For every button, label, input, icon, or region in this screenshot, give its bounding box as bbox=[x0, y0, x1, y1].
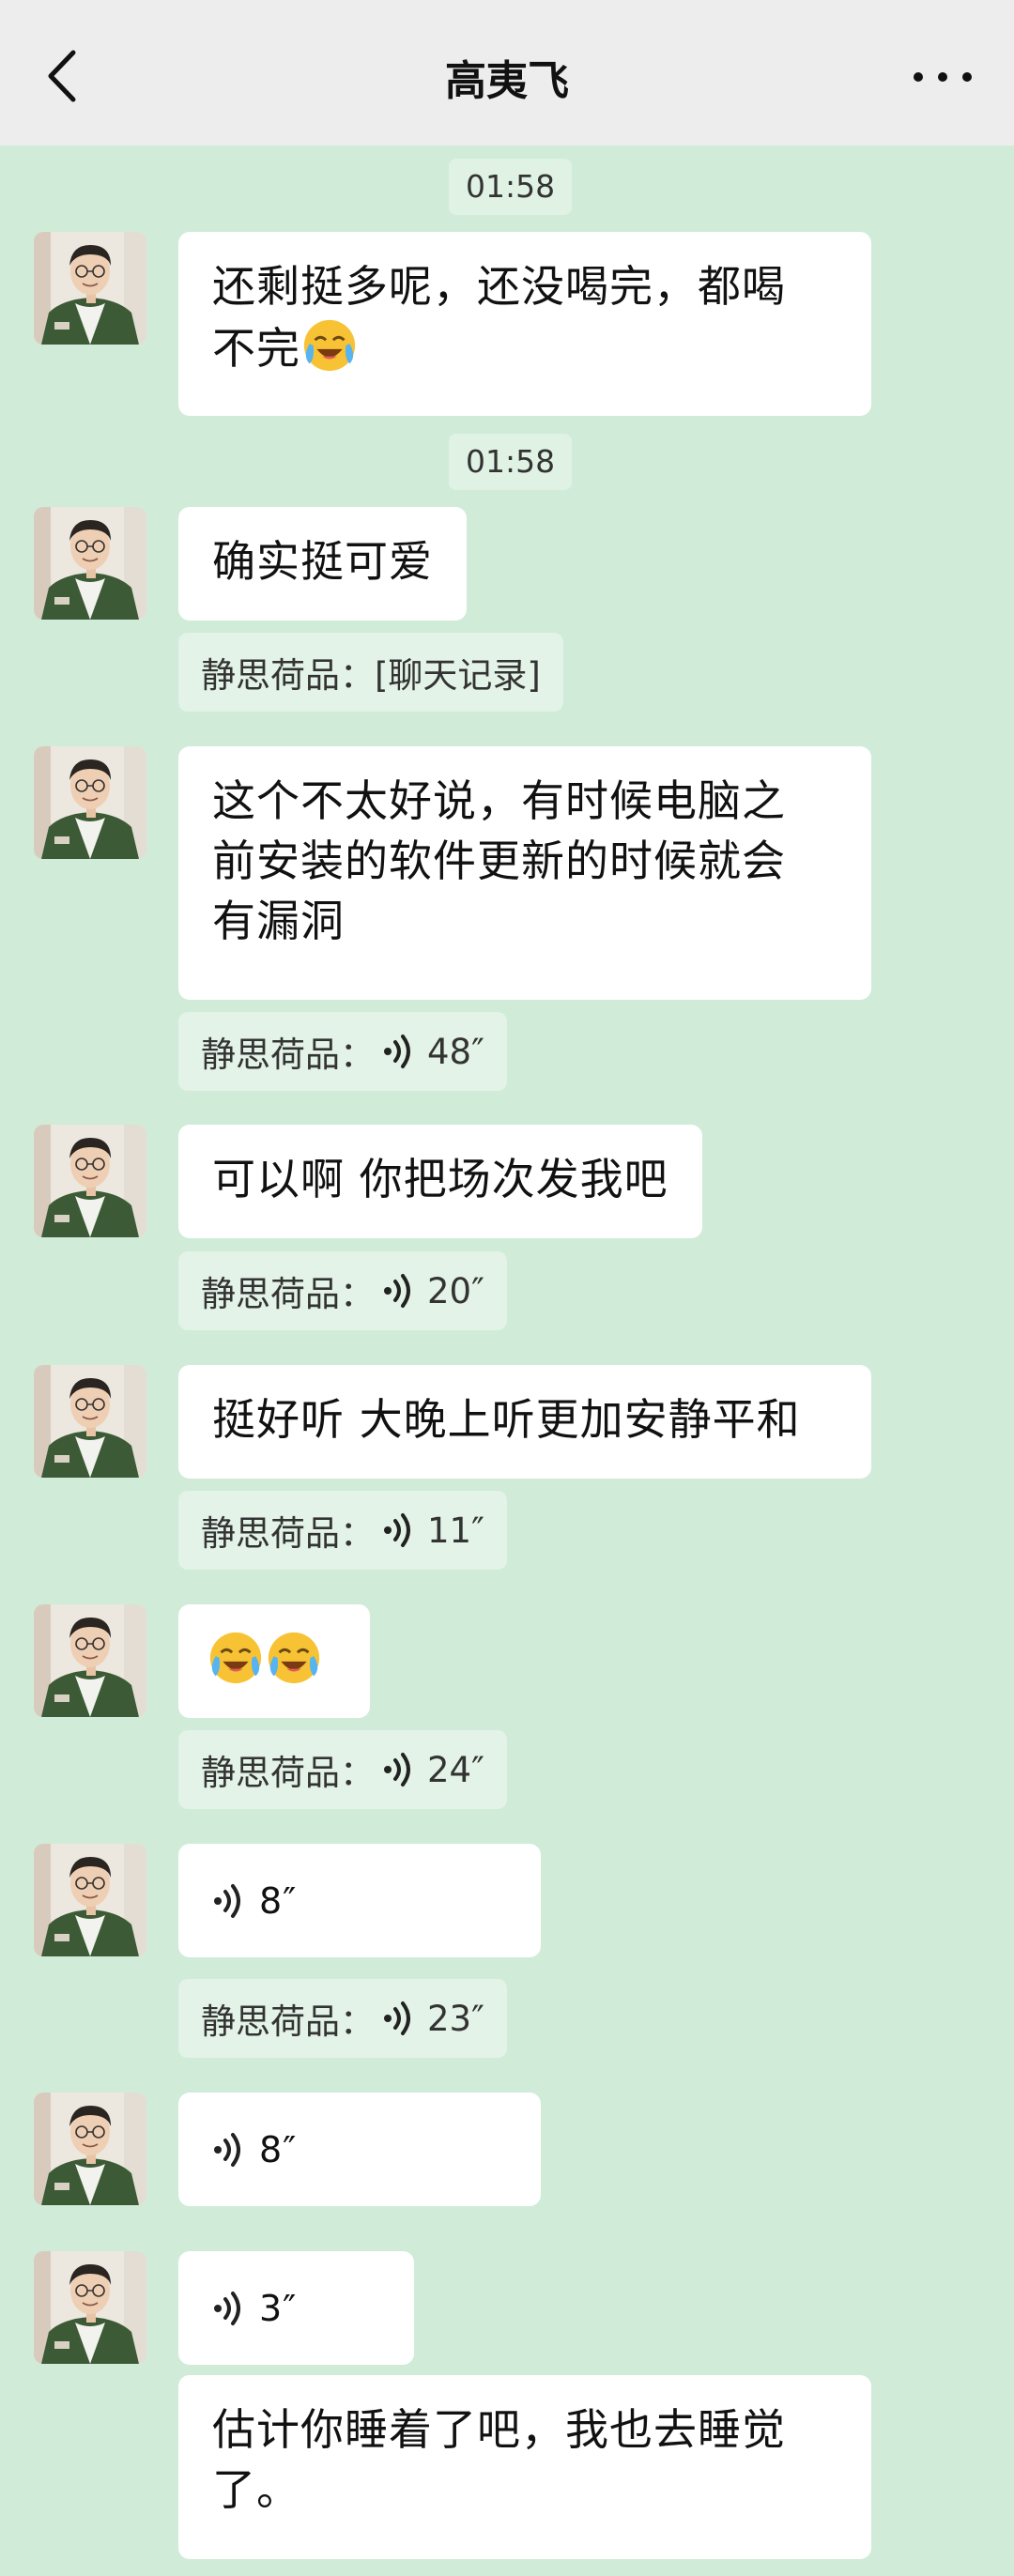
message-text: 不完 bbox=[212, 323, 300, 374]
avatar[interactable] bbox=[34, 507, 146, 620]
message-bubble[interactable]: 挺好听 大晚上听更加安静平和 bbox=[178, 1365, 871, 1479]
quote-reference[interactable]: 静思荷品： 24″ bbox=[178, 1730, 507, 1809]
avatar[interactable] bbox=[34, 2093, 146, 2205]
face-with-tears-of-joy-icon bbox=[265, 1629, 323, 1687]
voice-message-bubble[interactable]: 3″ bbox=[178, 2251, 414, 2365]
voice-duration: 24″ bbox=[427, 1749, 484, 1790]
avatar[interactable] bbox=[34, 1125, 146, 1237]
message-text: 了。 bbox=[212, 2464, 300, 2515]
avatar[interactable] bbox=[34, 1604, 146, 1717]
quote-reference[interactable]: 静思荷品： 11″ bbox=[178, 1491, 507, 1570]
voice-wave-icon bbox=[212, 1882, 246, 1920]
message-bubble[interactable]: 确实挺可爱 bbox=[178, 507, 467, 621]
voice-wave-icon bbox=[212, 2290, 246, 2327]
voice-message-bubble[interactable]: 8″ bbox=[178, 2093, 541, 2206]
voice-duration: 23″ bbox=[427, 1998, 484, 2039]
timestamp: 01:58 bbox=[449, 434, 573, 490]
voice-duration: 8″ bbox=[259, 1879, 298, 1922]
message-text: 估计你睡着了吧，我也去睡觉 bbox=[212, 2404, 786, 2455]
chat-title: 高夷飞 bbox=[445, 57, 569, 105]
voice-wave-icon bbox=[382, 1033, 416, 1070]
voice-wave-icon bbox=[382, 2000, 416, 2037]
face-with-tears-of-joy-icon bbox=[207, 1629, 265, 1687]
quote-reference[interactable]: 静思荷品： 48″ bbox=[178, 1012, 507, 1091]
message-text: 挺好听 大晚上听更加安静平和 bbox=[212, 1394, 801, 1445]
voice-duration: 8″ bbox=[259, 2128, 298, 2170]
message-bubble[interactable]: 还剩挺多呢，还没喝完，都喝 不完 bbox=[178, 232, 871, 416]
voice-duration: 11″ bbox=[427, 1510, 484, 1551]
voice-wave-icon bbox=[212, 2131, 246, 2169]
quote-prefix: 静思荷品： bbox=[201, 1274, 375, 1314]
quote-text: 静思荷品：[聊天记录] bbox=[201, 655, 541, 696]
avatar[interactable] bbox=[34, 2251, 146, 2364]
message-text: 有漏洞 bbox=[212, 896, 345, 946]
voice-wave-icon bbox=[382, 1511, 416, 1549]
top-bar: 高夷飞 bbox=[0, 0, 1014, 146]
message-text: 前安装的软件更新的时候就会 bbox=[212, 836, 786, 886]
quote-reference[interactable]: 静思荷品： 23″ bbox=[178, 1979, 507, 2058]
message-text: 这个不太好说，有时候电脑之 bbox=[212, 775, 786, 826]
voice-duration: 20″ bbox=[427, 1270, 484, 1311]
message-text: 确实挺可爱 bbox=[212, 536, 433, 587]
quote-prefix: 静思荷品： bbox=[201, 1753, 375, 1793]
message-bubble[interactable]: 估计你睡着了吧，我也去睡觉 了。 bbox=[178, 2375, 871, 2559]
quote-prefix: 静思荷品： bbox=[201, 1513, 375, 1554]
avatar[interactable] bbox=[34, 1844, 146, 1956]
timestamp: 01:58 bbox=[449, 159, 573, 215]
voice-duration: 48″ bbox=[427, 1031, 484, 1072]
quote-reference[interactable]: 静思荷品： 20″ bbox=[178, 1251, 507, 1330]
quote-prefix: 静思荷品： bbox=[201, 2001, 375, 2042]
more-dots-icon[interactable] bbox=[909, 56, 976, 98]
quote-prefix: 静思荷品： bbox=[201, 1035, 375, 1075]
quote-reference[interactable]: 静思荷品：[聊天记录] bbox=[178, 633, 563, 712]
voice-message-bubble[interactable]: 8″ bbox=[178, 1844, 541, 1957]
voice-duration: 3″ bbox=[259, 2287, 298, 2329]
face-with-tears-of-joy-icon bbox=[300, 316, 359, 375]
avatar[interactable] bbox=[34, 1365, 146, 1478]
message-text: 还剩挺多呢，还没喝完，都喝 bbox=[212, 261, 786, 312]
avatar[interactable] bbox=[34, 232, 146, 345]
message-bubble[interactable] bbox=[178, 1604, 370, 1718]
message-bubble[interactable]: 可以啊 你把场次发我吧 bbox=[178, 1125, 702, 1238]
message-text: 可以啊 你把场次发我吧 bbox=[212, 1154, 668, 1204]
avatar[interactable] bbox=[34, 746, 146, 859]
voice-wave-icon bbox=[382, 1751, 416, 1788]
message-bubble[interactable]: 这个不太好说，有时候电脑之 前安装的软件更新的时候就会 有漏洞 bbox=[178, 746, 871, 1000]
voice-wave-icon bbox=[382, 1272, 416, 1310]
